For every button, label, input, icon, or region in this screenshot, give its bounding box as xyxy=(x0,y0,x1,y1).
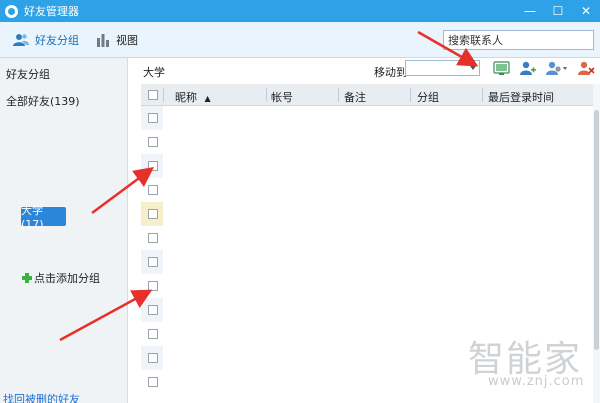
column-header-account[interactable]: 帐号 xyxy=(271,89,293,105)
watermark-url: www.znj.com xyxy=(488,374,585,389)
view-tab[interactable]: 视图 xyxy=(96,31,138,49)
sidebar-header: 好友分组 xyxy=(6,68,50,81)
title-bar: 好友管理器 — ☐ ✕ xyxy=(0,0,600,22)
table-row[interactable] xyxy=(141,178,163,202)
row-checkbox[interactable] xyxy=(148,257,158,267)
toolbar: 好友分组 视图 xyxy=(0,22,600,58)
column-header-group[interactable]: 分组 xyxy=(417,89,439,105)
close-button[interactable]: ✕ xyxy=(572,0,600,22)
column-divider xyxy=(266,88,267,102)
move-to-dropdown[interactable] xyxy=(405,60,480,76)
window-controls: — ☐ ✕ xyxy=(516,0,600,22)
table-row[interactable] xyxy=(141,130,163,154)
table-row[interactable] xyxy=(141,370,163,394)
table-row[interactable] xyxy=(141,250,163,274)
column-header-remark[interactable]: 备注 xyxy=(344,89,366,105)
plus-icon xyxy=(22,273,32,283)
add-group-button[interactable]: 点击添加分组 xyxy=(22,270,100,286)
move-to-label: 移动到 xyxy=(374,66,407,79)
table-scrollbar[interactable] xyxy=(593,84,600,403)
row-checkbox[interactable] xyxy=(148,377,158,387)
view-label: 视图 xyxy=(116,34,138,47)
column-divider xyxy=(482,88,483,102)
table-row[interactable] xyxy=(141,274,163,298)
sidebar-item-university-group[interactable]: 大学 (17) xyxy=(21,204,66,231)
remove-contact-icon[interactable] xyxy=(577,60,595,76)
friend-groups-tab[interactable]: 好友分组 xyxy=(13,31,79,49)
maximize-button[interactable]: ☐ xyxy=(544,0,572,22)
table-row[interactable] xyxy=(141,346,163,370)
column-header-nickname[interactable]: 昵称 ▲ xyxy=(175,89,211,105)
chevron-down-icon xyxy=(470,66,476,70)
table-row[interactable] xyxy=(141,298,163,322)
select-all-checkbox[interactable] xyxy=(148,90,158,100)
add-contact-icon[interactable] xyxy=(519,60,537,76)
scrollbar-thumb[interactable] xyxy=(594,110,599,350)
table-row[interactable] xyxy=(141,106,163,130)
column-divider xyxy=(410,88,411,102)
row-checkbox[interactable] xyxy=(148,209,158,219)
column-divider xyxy=(338,88,339,102)
table-header: 昵称 ▲ 帐号 备注 分组 最后登录时间 xyxy=(141,84,593,106)
row-checkbox[interactable] xyxy=(148,305,158,315)
table-row[interactable] xyxy=(141,322,163,346)
friend-groups-label: 好友分组 xyxy=(35,34,79,47)
table-row[interactable] xyxy=(141,226,163,250)
column-divider xyxy=(163,88,164,102)
contact-options-icon[interactable] xyxy=(545,60,569,76)
table-row[interactable] xyxy=(141,202,163,226)
row-checkbox[interactable] xyxy=(148,329,158,339)
window-title: 好友管理器 xyxy=(24,5,79,18)
send-message-icon[interactable] xyxy=(493,60,511,76)
search-contacts-input[interactable] xyxy=(443,30,594,50)
row-checkbox[interactable] xyxy=(148,353,158,363)
row-checkbox[interactable] xyxy=(148,233,158,243)
row-checkbox[interactable] xyxy=(148,185,158,195)
row-checkbox[interactable] xyxy=(148,137,158,147)
row-checkbox[interactable] xyxy=(148,113,158,123)
group-sidebar: 好友分组 全部好友(139) 大学 (17) 点击添加分组 找回被删的好友 xyxy=(0,58,128,403)
recover-deleted-friends-link[interactable]: 找回被删的好友 xyxy=(3,391,80,403)
table-row[interactable] xyxy=(141,154,163,178)
users-icon xyxy=(13,34,29,46)
current-group-title: 大学 xyxy=(143,66,165,79)
app-logo-icon xyxy=(5,4,18,18)
add-group-label: 点击添加分组 xyxy=(34,272,100,285)
row-checkbox[interactable] xyxy=(148,281,158,291)
column-header-last-login[interactable]: 最后登录时间 xyxy=(488,89,554,105)
row-checkbox[interactable] xyxy=(148,161,158,171)
sort-ascending-icon: ▲ xyxy=(204,94,211,103)
sidebar-item-all-friends[interactable]: 全部好友(139) xyxy=(6,93,80,109)
bar-chart-icon xyxy=(97,34,109,47)
minimize-button[interactable]: — xyxy=(516,0,544,22)
